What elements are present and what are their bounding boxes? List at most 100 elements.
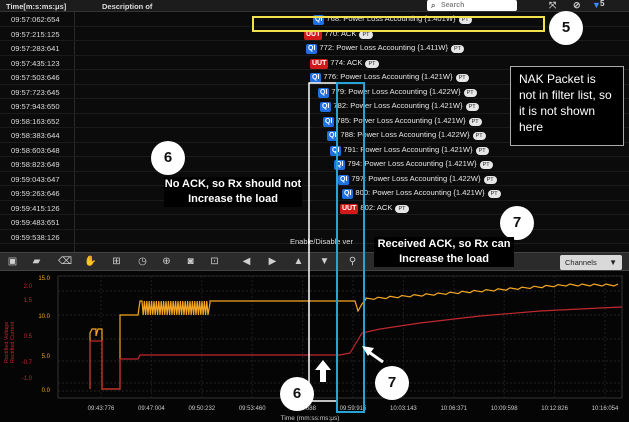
table-row[interactable]: 09:59:043:647 QI 797: Power Loss Accountin… [0, 172, 629, 186]
search-placeholder: Search [441, 2, 465, 9]
x-tick-label: 10:09:598 [491, 406, 518, 412]
row-time: 09:59:415:126 [11, 203, 60, 213]
x-tick-label: 10:16:054 [592, 406, 619, 412]
row-text: 802: ACK [360, 202, 393, 212]
row-description: QI 800: Power Loss Accounting {1.421W} PT [342, 188, 501, 199]
qi-badge: QI [310, 73, 322, 83]
enable-disable-label[interactable]: Enable/Disable ver [290, 237, 353, 246]
row-description: QI 797: Power Loss Accounting {1.422W} PT [338, 174, 497, 185]
delete-icon[interactable]: ⌫ [58, 255, 72, 268]
step-badge-5: 5 [549, 11, 583, 45]
row-time: 09:57:943:650 [11, 102, 60, 111]
row-time: 09:58:383:644 [11, 131, 60, 140]
time-column-header[interactable]: Time[m:s:ms:μs] [6, 2, 66, 11]
step-badge-7-bottom: 7 [375, 366, 409, 400]
x-tick-label: 10:03:143 [390, 406, 417, 412]
table-row[interactable]: 09:59:263:646 QI 800: Power Loss Accountin… [0, 186, 629, 201]
y-tick-right: 2.0 [24, 284, 33, 290]
x-tick-label: 09:43:776 [88, 406, 115, 412]
row-time: 09:57:283:641 [11, 44, 60, 53]
pt-tag: PT [472, 132, 486, 140]
hand-icon[interactable]: ✋ [84, 255, 97, 268]
table-row[interactable]: 09:57:215:125 UUT 770: ACK PT [0, 27, 629, 41]
filter-count: 5 [600, 0, 605, 8]
qi-badge: QI [330, 145, 342, 156]
row-text: 774: ACK [330, 57, 363, 67]
table-row[interactable]: 09:59:483:651 [0, 215, 629, 230]
step-badge-6-top: 6 [151, 141, 185, 175]
row-time: 09:57:503:646 [11, 73, 60, 82]
row-text: 770: ACK [324, 28, 357, 38]
qi-badge: QI [334, 160, 346, 170]
arrow-up-icon[interactable]: ▲ [292, 255, 305, 268]
marker-icon[interactable]: ⚲ [346, 255, 359, 268]
pt-tag: PT [475, 146, 489, 155]
description-column-header[interactable]: Description of [102, 2, 152, 11]
qi-badge: QI [323, 116, 335, 127]
pt-tag: PT [463, 88, 477, 97]
qi-badge: QI [313, 15, 325, 25]
timer-icon[interactable]: ◷ [136, 255, 149, 268]
row-text: 794: Power Loss Accounting {1.421W} [347, 159, 477, 168]
row-description: QI 776: Power Loss Accounting {1.421W} PT [310, 72, 469, 83]
row-time: 09:58:603:648 [11, 145, 60, 155]
row-time: 09:57:215:125 [11, 29, 60, 39]
row-description: QI 779: Power Loss Accounting {1.422W} PT [318, 87, 477, 98]
row-time: 09:57:062:654 [11, 15, 60, 24]
row-text: 785: Power Loss Accounting {1.421W} [336, 115, 466, 125]
fit-icon[interactable]: ⊞ [110, 255, 123, 268]
table-row[interactable]: 09:57:062:654 QI 768: Power Loss Accountin… [0, 12, 629, 27]
share-icon[interactable]: ⤧ [549, 0, 556, 11]
y-tick-right: 1.5 [24, 298, 33, 304]
arrow-down-icon[interactable]: ▼ [318, 255, 331, 268]
pt-tag: PT [395, 204, 409, 213]
waveform-chart[interactable]: 15.0 10.0 5.0 0.0 2.0 1.5 0.5 -0.7 -1.0 Rectified… [0, 271, 629, 422]
qi-badge: QI [338, 174, 350, 185]
step-badge-6-bottom: 6 [280, 377, 314, 411]
waveform-svg: 15.0 10.0 5.0 0.0 2.0 1.5 0.5 -0.7 -1.0 Rectified… [4, 275, 623, 422]
y-tick-right: -1.0 [22, 376, 33, 382]
x-tick-label: 09:50:232 [188, 406, 215, 412]
table-header: Time[m:s:ms:μs] Description of ⌕ Search … [0, 0, 629, 12]
row-text: 776: Power Loss Accounting {1.421W} [323, 72, 453, 81]
row-text: 800: Power Loss Accounting {1.421W} [355, 188, 485, 197]
arrow-right-icon[interactable]: ▶ [266, 255, 279, 268]
y-tick-left: 10.0 [38, 314, 50, 320]
uut-badge: UUT [304, 29, 323, 40]
camera-icon[interactable]: ◙ [184, 255, 197, 268]
pt-tag: PT [455, 74, 469, 82]
y-tick-right: -0.7 [22, 360, 33, 366]
channels-dropdown[interactable]: Channels ▼ [560, 255, 622, 270]
row-text: 791: Power Loss Accounting {1.421W} [343, 144, 473, 154]
row-time: 09:57:723:645 [11, 87, 60, 97]
y-tick-left: 15.0 [38, 276, 50, 282]
nak-note: NAK Packet is not in filter list, so it … [510, 66, 624, 146]
pt-tag: PT [365, 59, 379, 68]
crop-icon[interactable]: ⊡ [208, 255, 221, 268]
pt-tag: PT [468, 117, 482, 126]
row-time: 09:59:483:651 [11, 218, 60, 227]
row-description: QI 772: Power Loss Accounting {1.411W} PT [306, 43, 465, 54]
row-description: QI 782: Power Loss Accounting {1.421W} PT [320, 101, 479, 112]
table-row[interactable]: 09:59:415:126 UUT 802: ACK PT [0, 201, 629, 215]
row-text: 779: Power Loss Accounting {1.422W} [331, 86, 461, 96]
row-description: UUT 774: ACK PT [310, 58, 379, 69]
qi-badge: QI [342, 189, 354, 199]
table-row[interactable]: 09:57:283:641 QI 772: Power Loss Accountin… [0, 41, 629, 56]
row-text: 782: Power Loss Accounting {1.421W} [333, 101, 463, 110]
qi-badge: QI [320, 102, 332, 112]
arrow-left-icon[interactable]: ◀ [240, 255, 253, 268]
row-text: 797: Power Loss Accounting {1.422W} [351, 173, 481, 183]
search-input[interactable]: ⌕ Search [427, 0, 517, 11]
link-icon[interactable]: ⊘ [573, 0, 581, 11]
pt-tag: PT [479, 161, 493, 169]
open-folder-icon[interactable]: ▰ [30, 255, 43, 268]
uut-badge: UUT [310, 58, 329, 69]
pt-tag: PT [458, 16, 472, 24]
zoom-icon[interactable]: ⊕ [160, 255, 173, 268]
table-row[interactable]: 09:58:823:649 QI 794: Power Loss Accountin… [0, 157, 629, 172]
x-tick-label: 10:06:371 [440, 406, 467, 412]
save-icon[interactable]: ▣ [6, 255, 19, 268]
qi-badge: QI [306, 44, 318, 54]
row-time: 09:59:263:646 [11, 189, 60, 198]
